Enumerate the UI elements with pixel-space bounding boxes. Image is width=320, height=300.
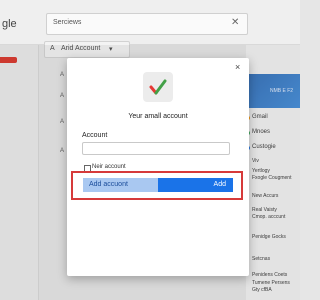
add-account-button[interactable]: Add accuont [83, 178, 158, 192]
close-icon[interactable]: ✕ [231, 17, 239, 28]
close-icon[interactable]: × [235, 62, 240, 72]
account-field-label: Account [82, 132, 108, 139]
checkmark-icon [143, 72, 173, 102]
app-logo: gle [2, 18, 17, 30]
search-input[interactable]: Serciews ✕ [46, 13, 248, 35]
new-account-checkbox-label: Neir account [92, 164, 126, 170]
add-button-label: Add [213, 181, 226, 188]
add-account-dialog: × Yeur amall account Account Neir accoun… [67, 58, 249, 276]
search-input-value: Serciews [53, 19, 82, 26]
dialog-title: Yeur amall account [128, 113, 188, 120]
add-account-button-label: Add accuont [89, 181, 128, 188]
account-input[interactable] [82, 142, 230, 155]
add-button[interactable]: Add [158, 178, 233, 192]
